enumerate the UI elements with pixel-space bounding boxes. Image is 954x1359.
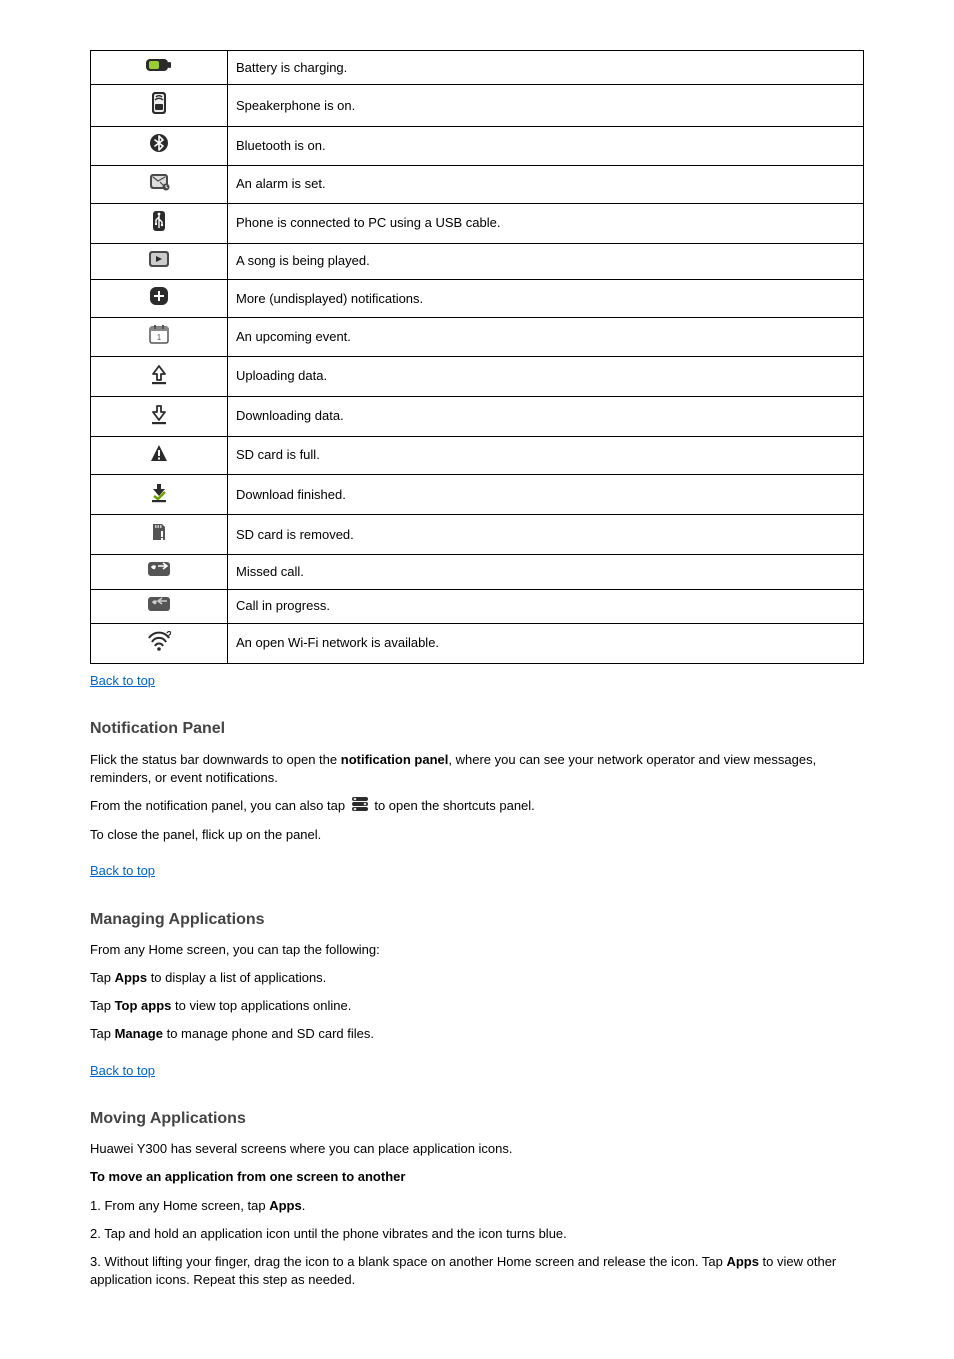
icon-cell [91, 436, 228, 474]
download-icon [149, 403, 169, 425]
moving-applications-heading: Moving Applications [90, 1108, 864, 1130]
icon-cell [91, 165, 228, 203]
moving-apps-step-3: 3. Without lifting your finger, drag the… [90, 1253, 864, 1289]
icon-description: An upcoming event. [228, 318, 864, 356]
sdcard-removed-icon [149, 521, 169, 543]
icon-description: A song is being played. [228, 243, 864, 279]
back-to-top-link[interactable]: Back to top [90, 1062, 155, 1080]
moving-apps-step-2: 2. Tap and hold an application icon unti… [90, 1225, 864, 1243]
download-complete-icon [149, 481, 169, 503]
table-row: Download finished. [91, 475, 864, 515]
icon-cell [91, 280, 228, 318]
music-playing-icon [148, 250, 170, 268]
calendar-event-icon: 1 [148, 324, 170, 344]
icon-cell [91, 85, 228, 127]
notification-paragraph-1: Flick the status bar downwards to open t… [90, 751, 864, 787]
table-row: ? An open Wi-Fi network is available. [91, 623, 864, 663]
managing-apps-bullet-1: Tap Apps to display a list of applicatio… [90, 969, 864, 987]
table-row: Phone is connected to PC using a USB cab… [91, 203, 864, 243]
moving-apps-subheading: To move an application from one screen t… [90, 1168, 864, 1186]
table-row: More (undisplayed) notifications. [91, 280, 864, 318]
more-notifications-icon [149, 286, 169, 306]
icon-description: Downloading data. [228, 396, 864, 436]
icon-cell [91, 515, 228, 555]
table-row: SD card is full. [91, 436, 864, 474]
icon-cell [91, 203, 228, 243]
icon-cell [91, 127, 228, 165]
open-wifi-icon: ? [147, 630, 171, 652]
icon-cell [91, 555, 228, 589]
moving-apps-step-1: 1. From any Home screen, tap Apps. [90, 1197, 864, 1215]
icon-description: Download finished. [228, 475, 864, 515]
icon-cell: 1 [91, 318, 228, 356]
call-in-progress-icon [147, 596, 171, 612]
table-row: An alarm is set. [91, 165, 864, 203]
svg-text:1: 1 [157, 333, 162, 342]
table-row: Downloading data. [91, 396, 864, 436]
speakerphone-icon [149, 91, 169, 115]
bluetooth-icon [149, 133, 169, 153]
table-row: SD card is removed. [91, 515, 864, 555]
icon-description: An alarm is set. [228, 165, 864, 203]
icon-description: Uploading data. [228, 356, 864, 396]
shortcuts-panel-icon [352, 797, 368, 816]
battery-charging-icon [146, 57, 172, 73]
icon-description: SD card is full. [228, 436, 864, 474]
icon-description: Phone is connected to PC using a USB cab… [228, 203, 864, 243]
icon-cell [91, 396, 228, 436]
moving-apps-intro: Huawei Y300 has several screens where yo… [90, 1140, 864, 1158]
icon-description: Bluetooth is on. [228, 127, 864, 165]
notification-paragraph-3: To close the panel, flick up on the pane… [90, 826, 864, 844]
icon-cell [91, 51, 228, 85]
icon-cell [91, 356, 228, 396]
notification-paragraph-2: From the notification panel, you can als… [90, 797, 864, 816]
upload-icon [149, 363, 169, 385]
table-row: Bluetooth is on. [91, 127, 864, 165]
notification-panel-heading: Notification Panel [90, 718, 864, 740]
missed-call-icon [147, 561, 171, 577]
svg-text:?: ? [166, 630, 171, 641]
managing-applications-heading: Managing Applications [90, 909, 864, 931]
icon-cell [91, 243, 228, 279]
table-row: A song is being played. [91, 243, 864, 279]
icon-description: An open Wi-Fi network is available. [228, 623, 864, 663]
table-row: Uploading data. [91, 356, 864, 396]
usb-icon [150, 210, 168, 232]
status-icons-table: Battery is charging.Speakerphone is on.B… [90, 50, 864, 664]
icon-description: Battery is charging. [228, 51, 864, 85]
icon-description: Speakerphone is on. [228, 85, 864, 127]
icon-description: More (undisplayed) notifications. [228, 280, 864, 318]
icon-cell: ? [91, 623, 228, 663]
managing-apps-bullet-2: Tap Top apps to view top applications on… [90, 997, 864, 1015]
managing-apps-intro: From any Home screen, you can tap the fo… [90, 941, 864, 959]
icon-description: Call in progress. [228, 589, 864, 623]
icon-cell [91, 589, 228, 623]
back-to-top-link[interactable]: Back to top [90, 862, 155, 880]
table-row: Battery is charging. [91, 51, 864, 85]
icon-description: Missed call. [228, 555, 864, 589]
table-row: Speakerphone is on. [91, 85, 864, 127]
managing-apps-bullet-3: Tap Manage to manage phone and SD card f… [90, 1025, 864, 1043]
table-row: 1 An upcoming event. [91, 318, 864, 356]
table-row: Call in progress. [91, 589, 864, 623]
icon-description: SD card is removed. [228, 515, 864, 555]
table-row: Missed call. [91, 555, 864, 589]
icon-cell [91, 475, 228, 515]
alarm-icon [148, 172, 170, 192]
back-to-top-link[interactable]: Back to top [90, 672, 155, 690]
sdcard-full-icon [149, 443, 169, 463]
